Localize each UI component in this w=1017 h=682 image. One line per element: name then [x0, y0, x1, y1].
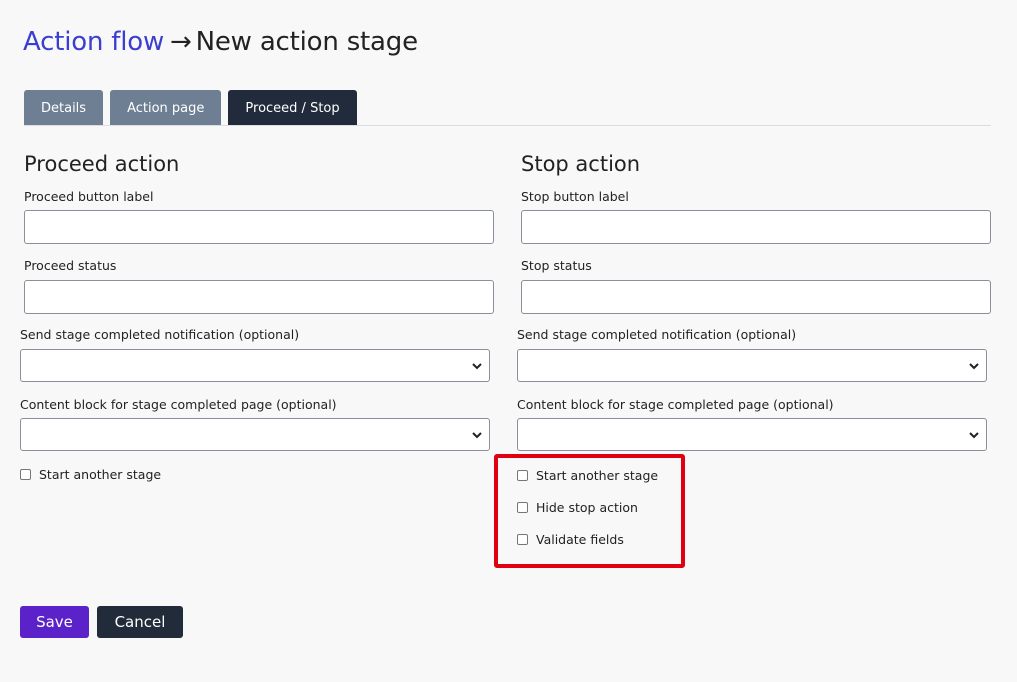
- chevron-down-icon: [472, 363, 482, 370]
- save-button[interactable]: Save: [20, 606, 89, 638]
- tab-bar: Details Action page Proceed / Stop: [24, 90, 357, 126]
- proceed-content-block-label: Content block for stage completed page (…: [20, 397, 337, 412]
- breadcrumb-arrow-icon: →: [170, 27, 192, 57]
- stop-status-label: Stop status: [521, 258, 592, 273]
- tab-divider: [24, 125, 991, 126]
- proceed-notification-label: Send stage completed notification (optio…: [20, 327, 300, 342]
- tab-details[interactable]: Details: [24, 90, 104, 126]
- stop-section-title: Stop action: [521, 152, 641, 176]
- proceed-start-another-option: Start another stage: [20, 466, 161, 482]
- stop-content-block-label: Content block for stage completed page (…: [517, 397, 834, 412]
- proceed-start-another-checkbox[interactable]: [20, 468, 31, 480]
- page-title: Action flow → New action stage: [23, 22, 418, 62]
- tab-action-page[interactable]: Action page: [110, 90, 222, 126]
- breadcrumb-action-flow-link[interactable]: Action flow: [23, 27, 164, 57]
- chevron-down-icon: [472, 432, 482, 439]
- proceed-button-label-input[interactable]: [24, 210, 494, 244]
- stop-status-input[interactable]: [521, 280, 991, 314]
- stop-content-block-select[interactable]: [517, 418, 987, 451]
- page: Action flow → New action stage Details Act…: [0, 0, 1017, 682]
- proceed-notification-select[interactable]: [20, 349, 490, 382]
- proceed-button-label-label: Proceed button label: [24, 189, 154, 204]
- breadcrumb-current: New action stage: [195, 27, 418, 57]
- proceed-content-block-select[interactable]: [20, 418, 490, 451]
- stop-notification-label: Send stage completed notification (optio…: [517, 327, 797, 342]
- cancel-button[interactable]: Cancel: [97, 606, 183, 638]
- chevron-down-icon: [969, 363, 979, 370]
- stop-notification-select[interactable]: [517, 349, 987, 382]
- stop-button-label-label: Stop button label: [521, 189, 629, 204]
- tab-proceed-stop[interactable]: Proceed / Stop: [228, 90, 357, 126]
- proceed-section-title: Proceed action: [24, 152, 180, 176]
- highlight-annotation-box: [494, 454, 685, 568]
- proceed-start-another-label: Start another stage: [39, 466, 162, 482]
- proceed-status-label: Proceed status: [24, 258, 117, 273]
- stop-button-label-input[interactable]: [521, 210, 991, 244]
- proceed-status-input[interactable]: [24, 280, 494, 314]
- chevron-down-icon: [969, 432, 979, 439]
